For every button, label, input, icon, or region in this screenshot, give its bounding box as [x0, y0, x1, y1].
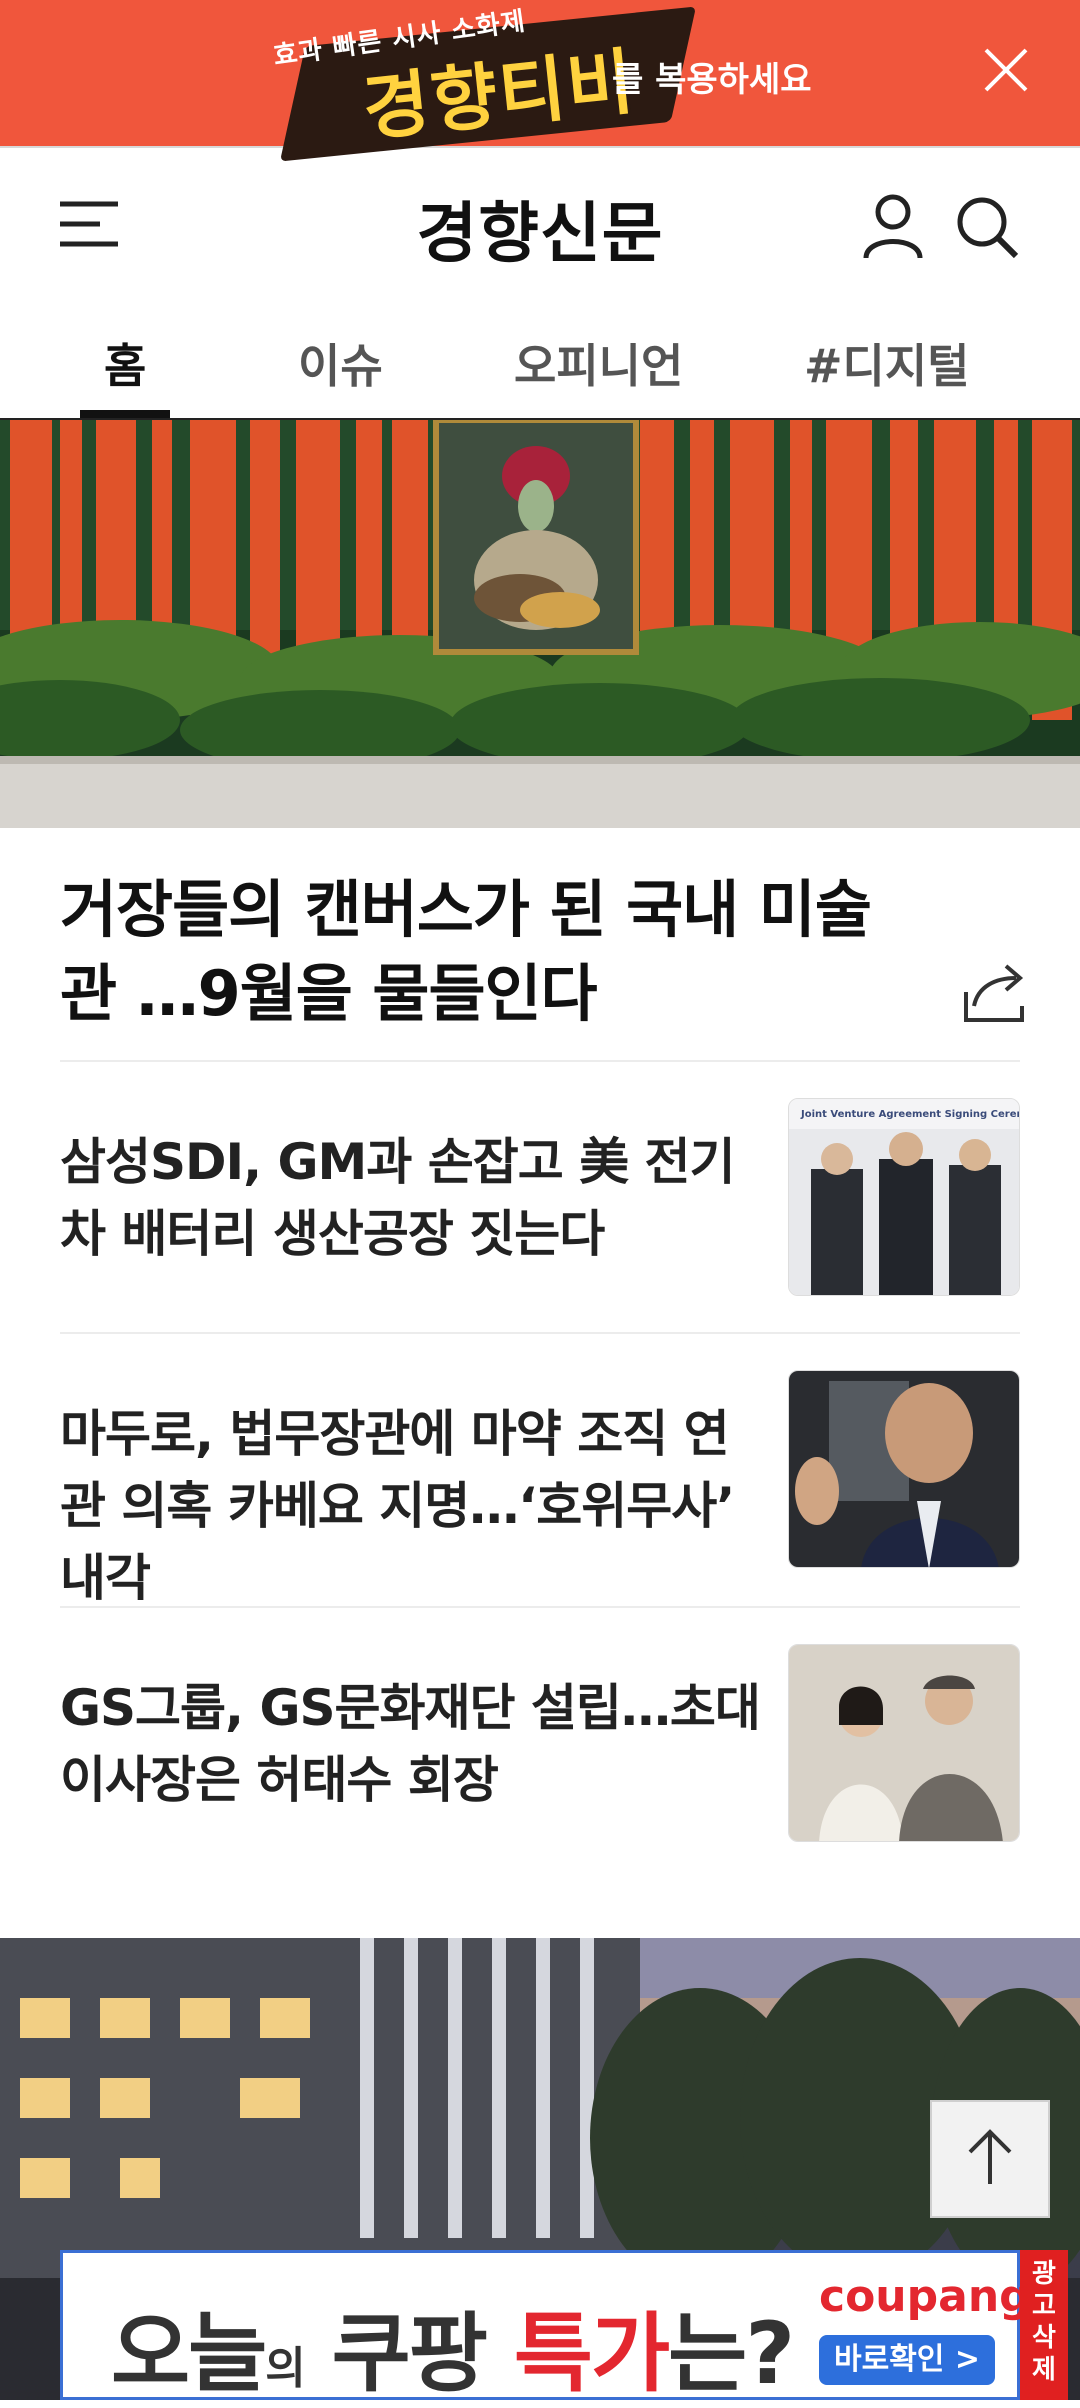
- ad-remove-button[interactable]: 광고삭제: [1020, 2250, 1068, 2400]
- ad-cta-button[interactable]: 바로확인 >: [819, 2335, 995, 2385]
- share-icon[interactable]: [962, 962, 1026, 1024]
- bottom-ad-banner[interactable]: 오늘의 쿠팡 특가는? coupang 바로확인 >: [60, 2250, 1031, 2404]
- divider: [60, 1060, 1020, 1062]
- tab-opinion[interactable]: 오피니언: [514, 330, 683, 396]
- divider: [60, 1332, 1020, 1334]
- divider: [60, 1606, 1020, 1608]
- news-item-title[interactable]: 삼성SDI, GM과 손잡고 美 전기차 배터리 생산공장 짓는다: [60, 1126, 760, 1270]
- news-item-title[interactable]: GS그룹, GS문화재단 설립…초대 이사장은 허태수 회장: [60, 1672, 761, 1816]
- ad-headline: 오늘의 쿠팡 특가는?: [111, 2283, 795, 2408]
- user-icon[interactable]: [860, 192, 926, 262]
- news-thumbnail[interactable]: [788, 1644, 1020, 1842]
- ad-text-pre: 오늘: [111, 2304, 267, 2404]
- hero-image[interactable]: [0, 420, 1080, 828]
- ad-remove-label: 광고삭제: [1032, 2259, 1056, 2385]
- scroll-top-button[interactable]: [930, 2100, 1050, 2218]
- tab-digital[interactable]: #디지털: [804, 330, 970, 396]
- thumbnail-caption: Joint Venture Agreement Signing Ceremony: [800, 1109, 1020, 1120]
- hero-painting: [0, 420, 1080, 828]
- hero-headline[interactable]: 거장들의 캔버스가 된 국내 미술관 …9월을 물들인다: [60, 868, 920, 1036]
- news-thumbnail[interactable]: Joint Venture Agreement Signing Ceremony: [788, 1098, 1020, 1296]
- news-thumbnail-image: [789, 1645, 1019, 1841]
- tab-issue[interactable]: 이슈: [298, 330, 383, 396]
- search-icon[interactable]: [952, 192, 1022, 262]
- arrow-up-icon: [968, 2129, 1012, 2184]
- tab-home[interactable]: 홈: [104, 330, 146, 396]
- site-header: 경향신문: [0, 150, 1080, 300]
- top-promo-banner[interactable]: 효과 빠른 시사 소화제 경향티비 를 복용하세요: [0, 0, 1080, 162]
- close-icon[interactable]: [982, 46, 1030, 94]
- news-thumbnail-image: Joint Venture Agreement Signing Ceremony: [789, 1099, 1020, 1295]
- active-tab-indicator: [80, 410, 170, 418]
- news-item-title[interactable]: 마두로, 법무장관에 마약 조직 연관 의혹 카베요 지명…‘호위무사’ 내각: [60, 1398, 760, 1614]
- category-tabs: 홈 이슈 오피니언 #디지털: [0, 300, 1080, 420]
- ad-text-highlight: 특가: [513, 2304, 670, 2404]
- news-thumbnail[interactable]: [788, 1370, 1020, 1568]
- ad-text-mid: 쿠팡: [303, 2304, 514, 2404]
- ad-brand-logo: coupang: [819, 2271, 1031, 2322]
- news-thumbnail-image: [789, 1371, 1019, 1567]
- ad-text-small: 의: [265, 2343, 306, 2394]
- banner-tail-text: 를 복용하세요: [612, 60, 812, 100]
- ad-text-post: 는?: [668, 2304, 795, 2404]
